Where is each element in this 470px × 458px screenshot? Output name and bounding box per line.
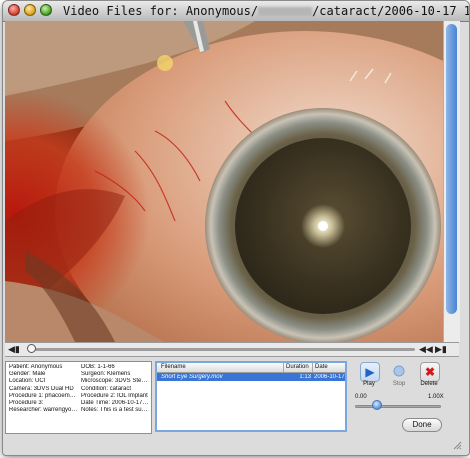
info-line: Camera: 3DVS Dual HD bbox=[9, 385, 74, 392]
redacted-name bbox=[258, 7, 313, 16]
info-line: Surgeon: Klemens bbox=[81, 371, 131, 378]
step-forward-icon[interactable]: ▶▮ bbox=[435, 344, 447, 355]
done-button[interactable]: Done bbox=[402, 418, 442, 432]
resize-grip-icon[interactable] bbox=[452, 440, 462, 450]
info-right-column: DOB: 1-1-66 Surgeon: Klemens Microscope:… bbox=[81, 364, 149, 414]
file-row-selected[interactable]: Short Eye Surgery.mov 1:13 2006-10-17 1.… bbox=[157, 373, 345, 381]
info-line: Procedure 2: IOL Implant bbox=[81, 392, 148, 399]
title-bar[interactable]: Video Files for: Anonymous//cataract/200… bbox=[3, 1, 469, 22]
info-line: Patient: Anonymous bbox=[9, 364, 63, 370]
info-line: Procedure 1: phacoemulsifi... bbox=[9, 392, 79, 399]
info-line: Microscope: 3DVS Stereo 1 bbox=[81, 378, 149, 385]
zoom-button[interactable] bbox=[40, 4, 52, 16]
info-line: DOB: 1-1-66 bbox=[81, 364, 115, 370]
window-title: Video Files for: Anonymous//cataract/200… bbox=[63, 4, 469, 18]
info-line: Location: UCI bbox=[9, 378, 46, 385]
timeline-knob[interactable] bbox=[27, 344, 36, 353]
timeline-track[interactable] bbox=[29, 348, 415, 351]
close-button[interactable] bbox=[8, 4, 20, 16]
info-line: Notes: This is a test surgery... bbox=[81, 407, 149, 414]
delete-button[interactable]: ✖ Delete bbox=[414, 362, 444, 390]
column-date[interactable]: Date bbox=[315, 364, 328, 370]
speed-slider-track[interactable] bbox=[355, 405, 441, 408]
stop-icon bbox=[390, 362, 408, 380]
vertical-scrollbar[interactable] bbox=[443, 21, 460, 342]
speed-min-label: 0.00 bbox=[355, 394, 367, 400]
file-list-header: Filename Duration Date bbox=[157, 363, 345, 373]
delete-x-icon: ✖ bbox=[420, 362, 440, 382]
step-back-icon[interactable]: ◀▮ bbox=[8, 344, 20, 355]
info-line: Procedure 3: bbox=[9, 400, 44, 407]
column-duration[interactable]: Duration bbox=[286, 364, 309, 370]
info-line: Gender: Male bbox=[9, 371, 46, 378]
column-filename[interactable]: Filename bbox=[161, 364, 186, 370]
file-date: 2006-10-17 1... bbox=[314, 374, 345, 380]
file-duration: 1:13 bbox=[299, 374, 311, 380]
scroll-thumb[interactable] bbox=[446, 24, 457, 314]
info-line: Date Time: 2006-10-17 10... bbox=[81, 400, 149, 407]
speed-slider-thumb[interactable] bbox=[371, 400, 382, 410]
info-left-column: Patient: Anonymous Gender: Male Location… bbox=[9, 364, 79, 414]
to-end-icon[interactable]: ◀◀ bbox=[419, 344, 433, 355]
speed-max-label: 1.00X bbox=[428, 394, 444, 400]
playback-controls: ◀▮ ◀◀ ▶▮ bbox=[5, 342, 459, 357]
info-line: Researcher: warrengyoung bbox=[9, 407, 79, 414]
video-frame[interactable] bbox=[5, 21, 443, 342]
file-name: Short Eye Surgery.mov bbox=[161, 374, 223, 380]
eye-surgery-image bbox=[5, 21, 443, 342]
info-line: Condition: cataract bbox=[81, 385, 132, 392]
file-list[interactable]: Filename Duration Date Short Eye Surgery… bbox=[155, 361, 347, 432]
play-icon: ▶ bbox=[360, 362, 380, 382]
patient-info-panel: Patient: Anonymous Gender: Male Location… bbox=[5, 361, 152, 434]
minimize-button[interactable] bbox=[24, 4, 36, 16]
